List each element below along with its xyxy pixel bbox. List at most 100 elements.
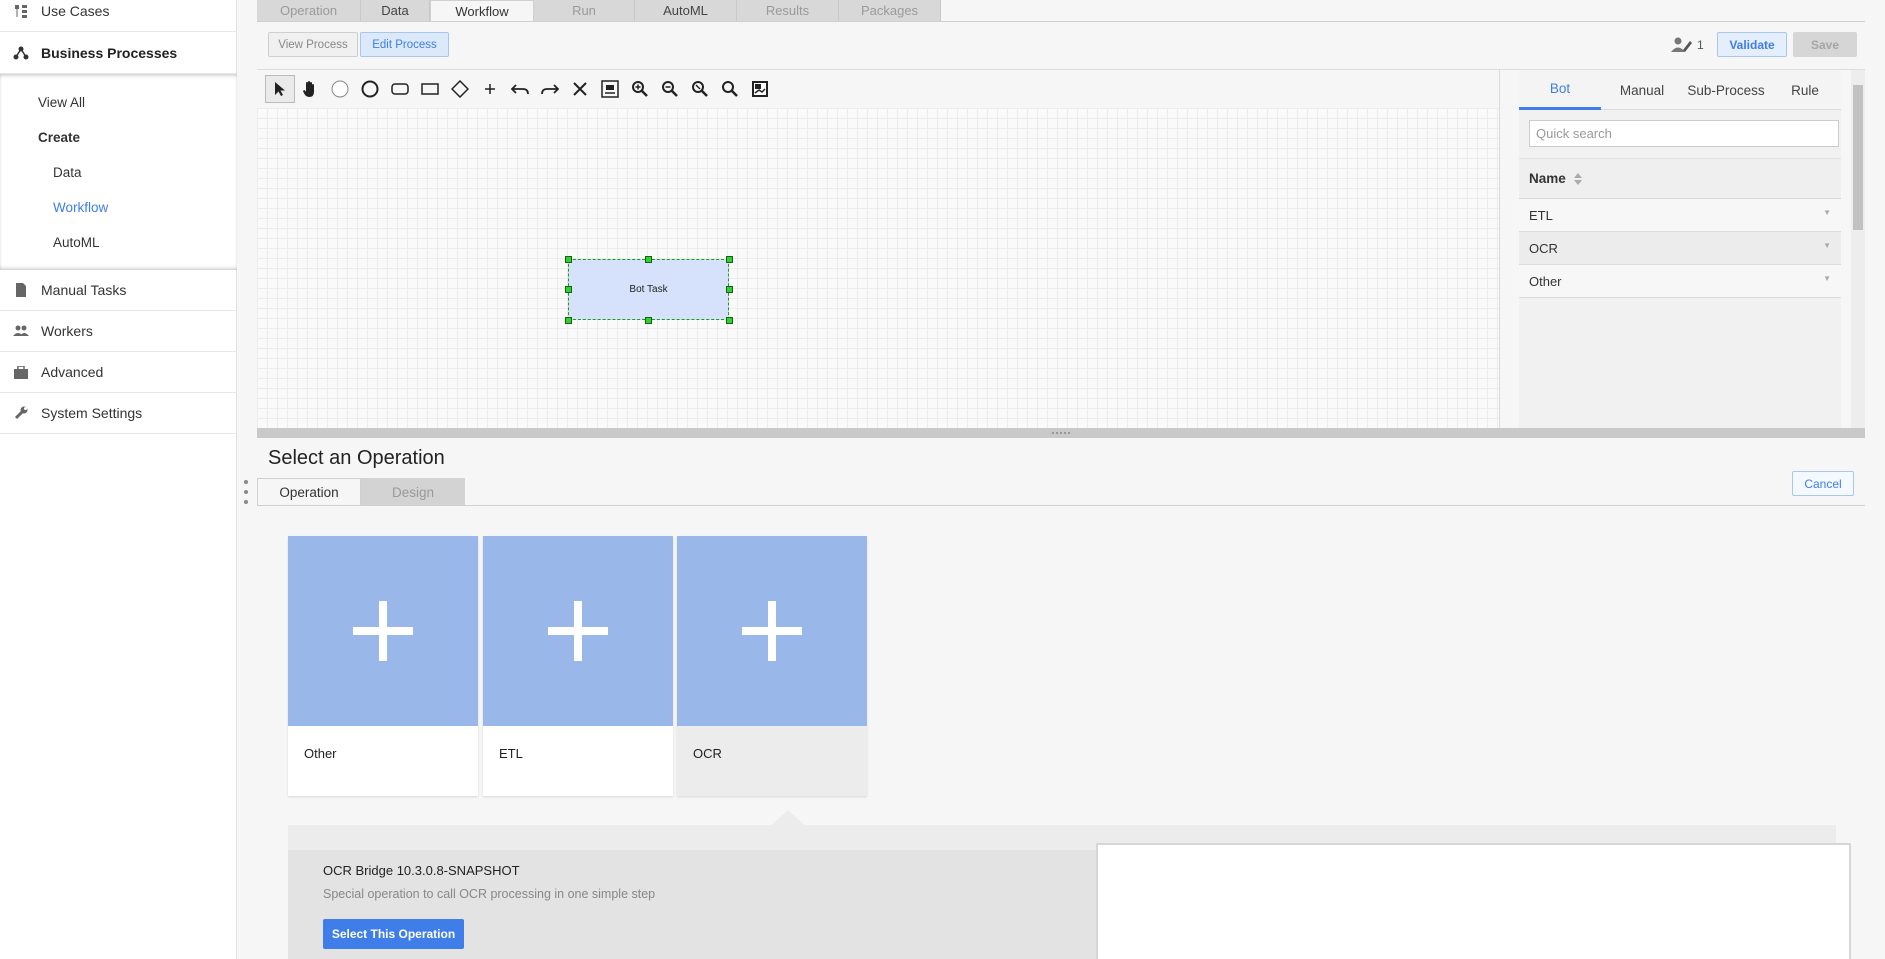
- start-event-icon[interactable]: [325, 75, 355, 103]
- user-edit-icon: [1671, 37, 1692, 52]
- diagram-canvas[interactable]: Bot Task: [257, 108, 1499, 428]
- undo-icon[interactable]: [505, 75, 535, 103]
- palette-row-label: ETL: [1529, 207, 1553, 223]
- operation-name: OCR Bridge 10.3.0.8-SNAPSHOT: [323, 863, 520, 878]
- fit-icon[interactable]: [595, 75, 625, 103]
- chevron-down-icon[interactable]: ▼: [1823, 274, 1831, 283]
- sidebar-item-view-all[interactable]: View All: [38, 95, 85, 110]
- sidebar-item-label: System Settings: [41, 405, 143, 421]
- sidebar-item-system-settings[interactable]: System Settings: [0, 393, 237, 434]
- resize-handle[interactable]: [645, 256, 652, 263]
- sidebar-item-automl[interactable]: AutoML: [53, 235, 100, 250]
- palette-row-label: OCR: [1529, 240, 1558, 256]
- chevron-down-icon[interactable]: ▼: [1823, 208, 1831, 217]
- tab-workflow[interactable]: Workflow: [430, 0, 534, 21]
- sidebar: Use Cases Business Processes View All Cr…: [0, 0, 237, 959]
- task-palette: Bot Manual Sub-Process Rule Quick search…: [1519, 70, 1841, 428]
- resize-handle[interactable]: [645, 317, 652, 324]
- tab-bot[interactable]: Bot: [1519, 70, 1601, 110]
- sidebar-item-workflow[interactable]: Workflow: [53, 200, 108, 215]
- view-process-button[interactable]: View Process: [268, 32, 358, 57]
- palette-row-ocr[interactable]: OCR ▼: [1519, 232, 1841, 265]
- sidebar-collapse-handle[interactable]: [243, 480, 249, 504]
- detail-pointer: [772, 810, 804, 825]
- cancel-button[interactable]: Cancel: [1792, 471, 1854, 496]
- tab-run[interactable]: Run: [534, 0, 635, 21]
- active-users-indicator[interactable]: 1: [1671, 37, 1704, 53]
- sidebar-item-business-processes[interactable]: Business Processes: [0, 33, 237, 74]
- plus-icon[interactable]: [475, 75, 505, 103]
- palette-row-etl[interactable]: ETL ▼: [1519, 199, 1841, 232]
- sidebar-item-manual-tasks[interactable]: Manual Tasks: [0, 270, 237, 311]
- palette-scrollbar[interactable]: [1851, 70, 1865, 428]
- hand-icon[interactable]: [295, 75, 325, 103]
- sidebar-item-advanced[interactable]: Advanced: [0, 352, 237, 393]
- sidebar-item-label: Advanced: [41, 364, 104, 380]
- briefcase-icon: [0, 365, 41, 379]
- tab-data[interactable]: Data: [361, 0, 430, 21]
- sidebar-submenu: View All Create Data Workflow AutoML: [0, 74, 237, 270]
- operation-preview: [1096, 843, 1851, 959]
- active-users-count: 1: [1697, 38, 1704, 52]
- bot-task-label: Bot Task: [629, 284, 668, 295]
- sidebar-item-label: Manual Tasks: [41, 282, 127, 298]
- sidebar-item-workers[interactable]: Workers: [0, 311, 237, 352]
- pointer-icon[interactable]: [265, 75, 295, 103]
- tab-automl[interactable]: AutoML: [635, 0, 737, 21]
- resize-handle[interactable]: [565, 256, 572, 263]
- tab-results[interactable]: Results: [737, 0, 839, 21]
- quick-search-input[interactable]: Quick search: [1529, 120, 1839, 147]
- chevron-down-icon[interactable]: ▼: [1823, 241, 1831, 250]
- operation-description: Special operation to call OCR processing…: [323, 887, 656, 901]
- rounded-task-icon[interactable]: [385, 75, 415, 103]
- operation-card-label: ETL: [499, 746, 523, 761]
- zoom-out-icon[interactable]: [655, 75, 685, 103]
- plus-icon: [288, 536, 478, 726]
- zoom-in-icon[interactable]: [625, 75, 655, 103]
- sidebar-item-use-cases[interactable]: Use Cases: [0, 0, 237, 32]
- bot-task-node[interactable]: Bot Task: [568, 259, 729, 320]
- resize-handle[interactable]: [565, 317, 572, 324]
- resize-handle[interactable]: [726, 317, 733, 324]
- select-operation-button[interactable]: Select This Operation: [323, 919, 464, 949]
- operation-card-ocr[interactable]: OCR: [677, 536, 867, 796]
- validate-button[interactable]: Validate: [1717, 32, 1787, 57]
- name-column-header[interactable]: Name: [1519, 158, 1841, 199]
- end-event-icon[interactable]: [355, 75, 385, 103]
- operation-card-etl[interactable]: ETL: [483, 536, 673, 796]
- zoom-icon[interactable]: [715, 75, 745, 103]
- gateway-icon[interactable]: [445, 75, 475, 103]
- sort-icon[interactable]: [1572, 171, 1584, 187]
- wrench-icon: [0, 406, 41, 420]
- sidebar-item-create[interactable]: Create: [38, 130, 80, 145]
- tab-rule[interactable]: Rule: [1769, 70, 1841, 110]
- tab-operation-picker[interactable]: Operation: [257, 478, 361, 506]
- task-icon[interactable]: [415, 75, 445, 103]
- sidebar-item-label: Workers: [41, 323, 93, 339]
- column-header-label: Name: [1529, 171, 1566, 186]
- tab-design[interactable]: Design: [361, 478, 465, 506]
- redo-icon[interactable]: [535, 75, 565, 103]
- delete-icon[interactable]: [565, 75, 595, 103]
- operation-card-label: OCR: [693, 746, 722, 761]
- outline-icon[interactable]: [745, 75, 775, 103]
- save-button[interactable]: Save: [1793, 32, 1857, 57]
- palette-row-other[interactable]: Other ▼: [1519, 265, 1841, 298]
- zoom-actual-icon[interactable]: [685, 75, 715, 103]
- workflow-tabs: Operation Data Workflow Run AutoML Resul…: [257, 0, 941, 21]
- scrollbar-thumb[interactable]: [1853, 85, 1863, 230]
- tab-packages[interactable]: Packages: [839, 0, 941, 21]
- tab-sub-process[interactable]: Sub-Process: [1683, 70, 1769, 110]
- sidebar-item-data[interactable]: Data: [53, 165, 82, 180]
- resize-handle[interactable]: [726, 256, 733, 263]
- tab-manual[interactable]: Manual: [1601, 70, 1683, 110]
- tab-operation[interactable]: Operation: [257, 0, 361, 21]
- page-title: Select an Operation: [268, 447, 445, 469]
- plus-icon: [483, 536, 673, 726]
- panel-splitter[interactable]: [257, 428, 1865, 438]
- use-cases-icon: [0, 4, 41, 18]
- edit-process-button[interactable]: Edit Process: [360, 32, 449, 57]
- resize-handle[interactable]: [726, 286, 733, 293]
- resize-handle[interactable]: [565, 286, 572, 293]
- operation-card-other[interactable]: Other: [288, 536, 478, 796]
